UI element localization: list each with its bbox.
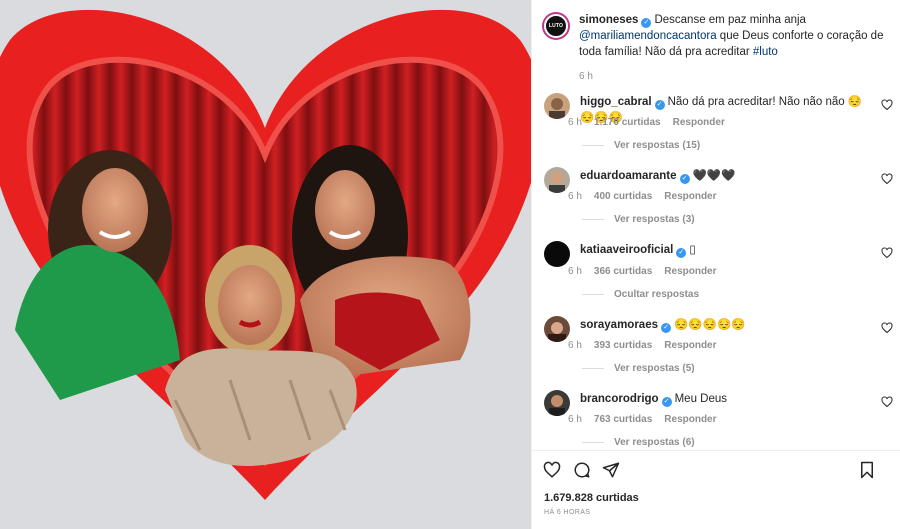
paper-plane-icon[interactable] — [602, 461, 620, 479]
commenter-avatar[interactable] — [544, 390, 570, 416]
view-replies-label[interactable]: Ver respostas (5) — [614, 363, 695, 374]
view-replies-label[interactable]: Ver respostas (15) — [614, 140, 700, 151]
reply-button[interactable]: Responder — [673, 117, 725, 128]
hide-replies-label[interactable]: Ocultar respostas — [614, 289, 699, 300]
comment-meta: 6 h 1.170 curtidas Responder — [568, 117, 725, 128]
reply-button[interactable]: Responder — [664, 266, 716, 277]
comment-text: Meu Deus — [674, 393, 728, 405]
reply-button[interactable]: Responder — [664, 414, 716, 425]
caption-text: simoneses ✓ Descanse em paz minha anja @ma… — [579, 12, 897, 85]
verified-icon: ✓ — [676, 248, 687, 258]
post-caption: LUTO simoneses ✓ Descanse em paz minha anj… — [542, 12, 897, 85]
commenter-avatar[interactable] — [544, 316, 570, 342]
heart-outline-icon[interactable] — [543, 461, 561, 479]
comment-body: katiaaveirooficial ✓ ▯ — [580, 241, 870, 267]
verified-icon: ✓ — [661, 397, 672, 407]
view-replies[interactable]: Ver respostas (5) — [582, 363, 695, 374]
hashtag-link[interactable]: #luto — [753, 46, 778, 58]
replies-divider — [582, 442, 604, 443]
comment-text: 😔😔😔😔😔 — [674, 319, 746, 331]
commenter-avatar[interactable] — [544, 167, 570, 193]
bookmark-icon[interactable] — [858, 461, 876, 479]
comment-likes[interactable]: 400 curtidas — [594, 191, 652, 202]
comment-username[interactable]: eduardoamarante — [580, 170, 677, 182]
comment-body: brancorodrigo ✓ Meu Deus — [580, 390, 870, 416]
instagram-post: LUTO simoneses ✓ Descanse em paz minha anj… — [0, 0, 900, 529]
post-likes-count[interactable]: 1.679.828 curtidas — [544, 492, 639, 504]
replies-divider — [582, 219, 604, 220]
comment-meta: 6 h 400 curtidas Responder — [568, 191, 717, 202]
reply-button[interactable]: Responder — [664, 191, 716, 202]
luto-avatar-label: LUTO — [544, 14, 568, 38]
post-actions: 1.679.828 curtidas HÁ 6 HORAS — [532, 450, 900, 529]
comment-body: sorayamoraes ✓ 😔😔😔😔😔 — [580, 316, 870, 342]
comment-item: brancorodrigo ✓ Meu Deus — [544, 390, 899, 416]
comment-username[interactable]: sorayamoraes — [580, 319, 658, 331]
comment-item: eduardoamarante ✓ 🖤🖤🖤 — [544, 167, 899, 193]
comments-list[interactable]: LUTO simoneses ✓ Descanse em paz minha anj… — [532, 0, 900, 450]
comment-meta: 6 h 366 curtidas Responder — [568, 266, 717, 277]
view-replies[interactable]: Ver respostas (3) — [582, 214, 695, 225]
comment-likes[interactable]: 763 curtidas — [594, 414, 652, 425]
like-comment-heart-icon[interactable] — [881, 173, 893, 185]
view-replies[interactable]: Ver respostas (15) — [582, 140, 700, 151]
comment-likes[interactable]: 1.170 curtidas — [594, 117, 661, 128]
view-replies-label[interactable]: Ver respostas (3) — [614, 214, 695, 225]
replies-divider — [582, 145, 604, 146]
author-username[interactable]: simoneses — [579, 14, 638, 26]
author-avatar[interactable]: LUTO — [542, 12, 570, 40]
view-replies[interactable]: Ver respostas (6) — [582, 437, 695, 448]
comment-time: 6 h — [568, 414, 582, 425]
comment-body: eduardoamarante ✓ 🖤🖤🖤 — [580, 167, 870, 193]
like-comment-heart-icon[interactable] — [881, 99, 893, 111]
post-image[interactable] — [0, 0, 531, 529]
comment-time: 6 h — [568, 191, 582, 202]
comment-meta: 6 h 763 curtidas Responder — [568, 414, 717, 425]
comment-likes[interactable]: 393 curtidas — [594, 340, 652, 351]
verified-icon: ✓ — [661, 323, 671, 333]
comment-text: ▯ — [689, 244, 696, 256]
comment-time: 6 h — [568, 266, 582, 277]
post-timestamp: HÁ 6 HORAS — [544, 509, 591, 516]
comment-time: 6 h — [568, 117, 582, 128]
commenter-avatar[interactable] — [544, 93, 570, 119]
mention-link[interactable]: @mariliamendoncacantora — [579, 30, 717, 42]
replies-divider — [582, 368, 604, 369]
speech-bubble-icon[interactable] — [573, 461, 591, 479]
view-replies-label[interactable]: Ver respostas (6) — [614, 437, 695, 448]
hide-replies[interactable]: Ocultar respostas — [582, 289, 699, 300]
verified-icon: ✓ — [654, 100, 665, 110]
post-sidebar: LUTO simoneses ✓ Descanse em paz minha anj… — [531, 0, 900, 529]
like-comment-heart-icon[interactable] — [881, 322, 893, 334]
caption-line-1: Descanse em paz minha anja — [654, 14, 806, 26]
comment-username[interactable]: higgo_cabral — [580, 96, 652, 108]
comment-text: 🖤🖤🖤 — [692, 170, 736, 182]
comment-item: sorayamoraes ✓ 😔😔😔😔😔 — [544, 316, 899, 342]
comment-meta: 6 h 393 curtidas Responder — [568, 340, 717, 351]
like-comment-heart-icon[interactable] — [881, 396, 893, 408]
reply-button[interactable]: Responder — [664, 340, 716, 351]
replies-divider — [582, 294, 604, 295]
verified-icon: ✓ — [679, 174, 690, 184]
like-comment-heart-icon[interactable] — [881, 247, 893, 259]
comment-username[interactable]: katiaaveirooficial — [580, 244, 673, 256]
comment-item: katiaaveirooficial ✓ ▯ — [544, 241, 899, 267]
comment-likes[interactable]: 366 curtidas — [594, 266, 652, 277]
comment-time: 6 h — [568, 340, 582, 351]
heart-frame-photo — [0, 0, 531, 529]
comment-username[interactable]: brancorodrigo — [580, 393, 659, 405]
verified-icon: ✓ — [641, 18, 652, 28]
commenter-avatar[interactable] — [544, 241, 570, 267]
caption-time: 6 h — [579, 71, 593, 82]
